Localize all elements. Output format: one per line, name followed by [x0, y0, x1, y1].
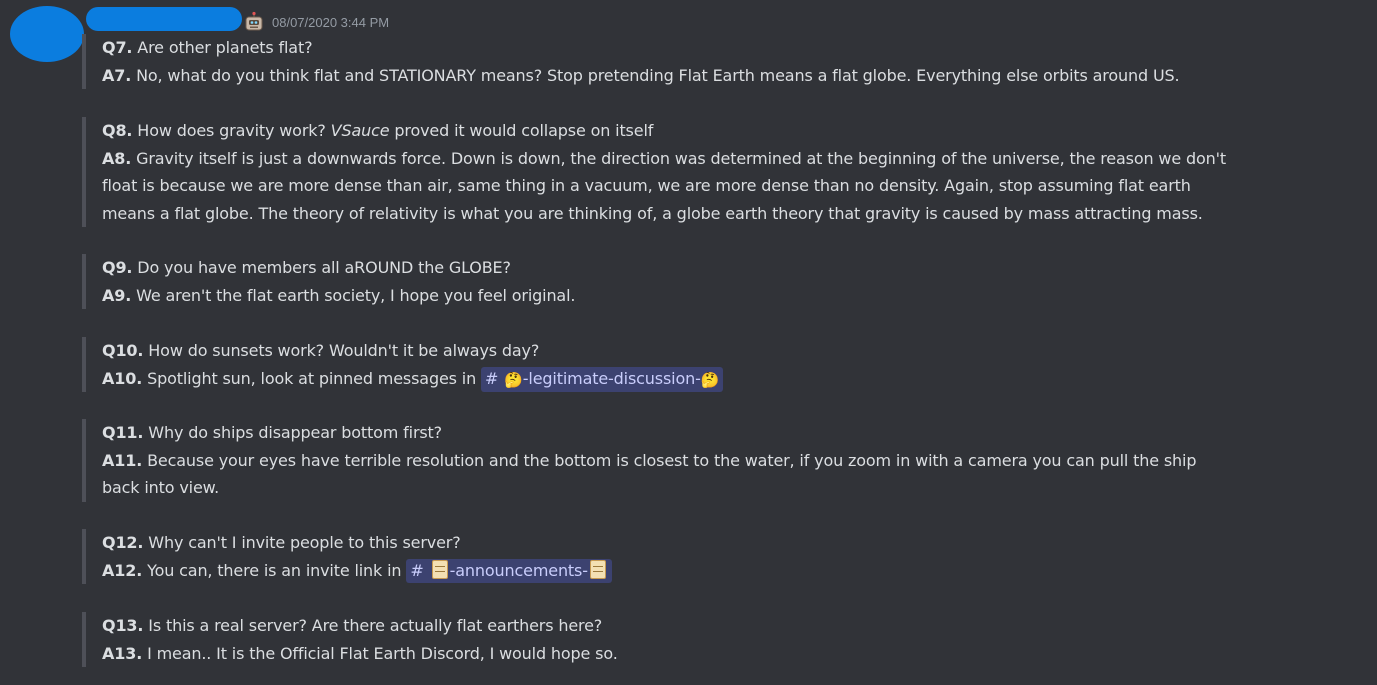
- question: Q9. Do you have members all aROUND the G…: [102, 254, 575, 282]
- message-timestamp[interactable]: 08/07/2020 3:44 PM: [272, 15, 389, 30]
- thinking-face-emoji-icon: 🤔: [504, 370, 523, 389]
- question-label: Q10.: [102, 341, 144, 360]
- question-text: Why can't I invite people to this server…: [143, 533, 461, 552]
- answer-label: A8.: [102, 148, 132, 168]
- question-label: Q8.: [102, 121, 133, 140]
- answer-label: A10.: [102, 368, 143, 388]
- question: Q13. Is this a real server? Are there ac…: [102, 612, 618, 640]
- channel-hash-icon: #: [410, 560, 424, 580]
- username-redacted[interactable]: [86, 7, 242, 31]
- question: Q8. How does gravity work? VSauce proved…: [102, 117, 1226, 145]
- question-label: Q9.: [102, 258, 133, 277]
- channel-hash-icon: #: [485, 368, 499, 388]
- answer: A12. You can, there is an invite link in…: [102, 557, 612, 585]
- faq-item-q7: Q7. Are other planets flat? A7. No, what…: [82, 34, 1180, 90]
- question-label: Q13.: [102, 616, 144, 635]
- answer: A8. Gravity itself is just a downwards f…: [102, 145, 1226, 173]
- faq-item-q12: Q12. Why can't I invite people to this s…: [82, 529, 612, 584]
- answer-text: You can, there is an invite link in: [142, 560, 407, 580]
- answer: A10. Spotlight sun, look at pinned messa…: [102, 365, 724, 393]
- answer-continued: back into view.: [102, 478, 220, 497]
- chat-message: 08/07/2020 3:44 PM Q7. Are other planets…: [0, 0, 1377, 685]
- answer: A11. Because your eyes have terrible res…: [102, 447, 1196, 475]
- channel-mention-legitimate-discussion[interactable]: # 🤔-legitimate-discussion-🤔: [481, 366, 724, 392]
- question-text: How does gravity work?: [132, 121, 331, 140]
- question-text: Is this a real server? Are there actuall…: [143, 616, 603, 635]
- thinking-face-emoji-icon: 🤔: [700, 370, 720, 389]
- answer-text: We aren't the flat earth society, I hope…: [136, 285, 576, 305]
- question-text-after: proved it would collapse on itself: [389, 121, 654, 140]
- question: Q12. Why can't I invite people to this s…: [102, 529, 612, 557]
- scroll-icon: [589, 559, 606, 579]
- faq-item-q13: Q13. Is this a real server? Are there ac…: [82, 612, 618, 667]
- faq-item-q11: Q11. Why do ships disappear bottom first…: [82, 419, 1196, 502]
- answer-text: Because your eyes have terrible resoluti…: [147, 450, 1197, 470]
- answer-continued: means a flat globe. The theory of relati…: [102, 203, 1203, 223]
- answer-label: A7.: [102, 65, 132, 85]
- question-label: Q7.: [102, 38, 133, 57]
- question-label: Q11.: [102, 423, 144, 442]
- channel-name: -legitimate-discussion-: [522, 368, 701, 388]
- question-label: Q12.: [102, 533, 144, 552]
- question-text: Why do ships disappear bottom first?: [143, 423, 443, 442]
- answer-label: A9.: [102, 285, 132, 305]
- answer-text: No, what do you think flat and STATIONAR…: [136, 65, 1180, 85]
- answer-text: Spotlight sun, look at pinned messages i…: [142, 368, 481, 388]
- answer-label: A12.: [102, 560, 143, 580]
- question: Q7. Are other planets flat?: [102, 34, 1179, 62]
- answer-text: I mean.. It is the Official Flat Earth D…: [147, 643, 618, 663]
- answer-label: A13.: [102, 643, 143, 663]
- channel-mention-announcements[interactable]: # -announcements-: [406, 558, 612, 583]
- faq-item-q8: Q8. How does gravity work? VSauce proved…: [82, 117, 1226, 227]
- avatar[interactable]: [10, 6, 84, 62]
- question-text: Are other planets flat?: [132, 38, 313, 57]
- answer: A13. I mean.. It is the Official Flat Ea…: [102, 640, 618, 668]
- answer-label: A11.: [102, 450, 143, 470]
- answer-continued: float is because we are more dense than …: [102, 176, 1191, 195]
- faq-item-q9: Q9. Do you have members all aROUND the G…: [82, 254, 575, 309]
- question: Q11. Why do ships disappear bottom first…: [102, 419, 1196, 447]
- question: Q10. How do sunsets work? Wouldn't it be…: [102, 337, 723, 365]
- robot-icon: [245, 11, 263, 31]
- question-italic-text: VSauce: [330, 121, 390, 140]
- question-text: Do you have members all aROUND the GLOBE…: [132, 258, 511, 277]
- answer-text: Gravity itself is just a downwards force…: [136, 148, 1226, 168]
- answer: A9. We aren't the flat earth society, I …: [102, 282, 575, 310]
- channel-name: -announcements-: [449, 560, 588, 580]
- scroll-icon: [431, 559, 448, 579]
- answer: A7. No, what do you think flat and STATI…: [102, 62, 1180, 90]
- faq-item-q10: Q10. How do sunsets work? Wouldn't it be…: [82, 337, 724, 393]
- question-text: How do sunsets work? Wouldn't it be alwa…: [143, 341, 540, 360]
